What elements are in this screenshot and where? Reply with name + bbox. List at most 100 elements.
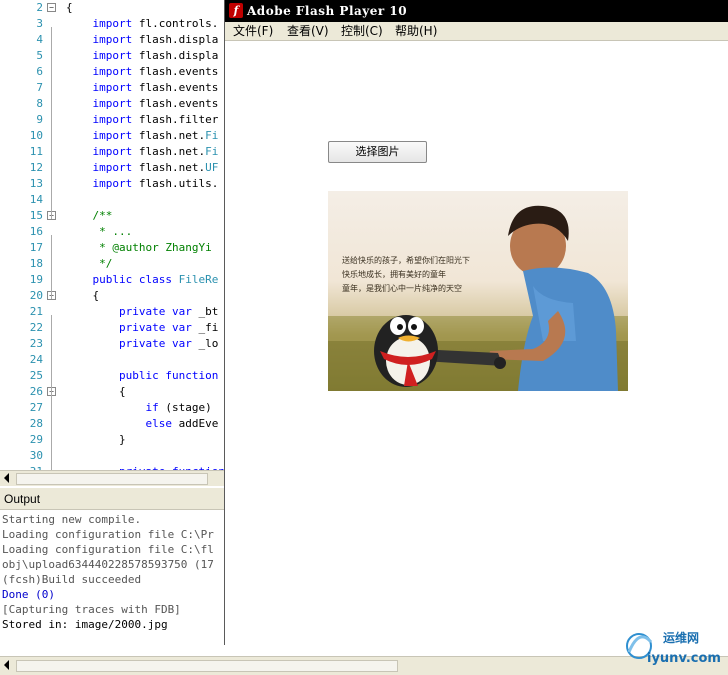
output-line: Starting new compile. bbox=[2, 513, 142, 526]
window-title: Adobe Flash Player 10 bbox=[247, 4, 408, 18]
photo-illustration: 送给快乐的孩子，希望你们在阳光下 快乐地成长，拥有美好的童年 童年，是我们心中一… bbox=[328, 205, 628, 391]
menu-bar: 文件(F) 查看(V) 控制(C) 帮助(H) bbox=[225, 22, 728, 41]
code-text: import flash.net.UF bbox=[66, 160, 218, 176]
code-token: fl.controls. bbox=[138, 17, 219, 30]
code-token: flash.displa bbox=[138, 33, 219, 46]
code-token: private var bbox=[66, 321, 199, 334]
output-line: obj\upload634440228578593750 (17 bbox=[2, 558, 214, 571]
code-token: flash.net. bbox=[138, 129, 206, 142]
line-number: 3 bbox=[36, 17, 43, 30]
code-token: _lo bbox=[198, 337, 219, 350]
line-number: 6 bbox=[36, 65, 43, 78]
code-token: (stage) bbox=[165, 401, 212, 414]
code-editor[interactable]: 2− {3 import fl.controls. 4 import flash.d… bbox=[0, 0, 228, 470]
output-line: [Capturing traces with FDB] bbox=[2, 603, 181, 616]
menu-control[interactable]: 控制(C) bbox=[341, 22, 383, 40]
line-number: 30 bbox=[29, 449, 43, 462]
select-image-button[interactable]: 选择图片 bbox=[328, 141, 427, 163]
photo-caption-3: 童年，是我们心中一片纯净的天空 bbox=[342, 283, 462, 293]
code-text: import flash.displa bbox=[66, 48, 218, 64]
bottom-horizontal-scrollbar[interactable] bbox=[0, 656, 728, 675]
site-watermark: 运维网 iyunv.com bbox=[625, 622, 725, 668]
code-text: import fl.controls. bbox=[66, 16, 218, 32]
code-token: * ... bbox=[66, 225, 133, 238]
code-text: if (stage) bbox=[66, 400, 212, 416]
scroll-thumb[interactable] bbox=[16, 660, 398, 672]
editor-horizontal-scrollbar[interactable] bbox=[0, 470, 224, 486]
line-number: 27 bbox=[29, 401, 43, 414]
code-text: public class FileRe bbox=[66, 272, 218, 288]
code-token: import bbox=[66, 65, 139, 78]
code-text: * @author ZhangYi bbox=[66, 240, 212, 256]
code-token: flash.displa bbox=[138, 49, 219, 62]
code-token: import bbox=[66, 81, 139, 94]
flash-title-bar[interactable]: f Adobe Flash Player 10 bbox=[225, 0, 728, 22]
code-token: Fi bbox=[205, 145, 219, 158]
code-token: private var bbox=[66, 305, 199, 318]
code-text: import flash.utils. bbox=[66, 176, 218, 192]
watermark-brand: 运维网 bbox=[663, 630, 699, 645]
flash-player-window: f Adobe Flash Player 10 文件(F) 查看(V) 控制(C… bbox=[224, 0, 728, 645]
code-token: _bt bbox=[198, 305, 219, 318]
output-line: Stored in: image/2000.jpg bbox=[2, 618, 168, 631]
code-text: private var _fi bbox=[66, 320, 218, 336]
code-text: import flash.events bbox=[66, 80, 218, 96]
code-token: { bbox=[66, 1, 73, 14]
code-token: import bbox=[66, 97, 139, 110]
line-number: 20 bbox=[29, 289, 43, 302]
code-token: import bbox=[66, 17, 139, 30]
watermark-logo-icon: 运维网 iyunv.com bbox=[626, 630, 721, 666]
code-token: import bbox=[66, 161, 139, 174]
code-token: if bbox=[66, 401, 166, 414]
code-token: public class bbox=[66, 273, 179, 286]
photo-caption-2: 快乐地成长，拥有美好的童年 bbox=[342, 269, 446, 279]
code-token: Fi bbox=[205, 129, 219, 142]
code-token: else bbox=[66, 417, 179, 430]
code-text: public function bbox=[66, 368, 218, 384]
code-token: import bbox=[66, 177, 139, 190]
code-token: flash.net. bbox=[138, 161, 206, 174]
scroll-left-arrow-icon[interactable] bbox=[4, 660, 9, 670]
code-text: /** bbox=[66, 208, 112, 224]
code-text: import flash.displa bbox=[66, 32, 218, 48]
output-line: Loading configuration file C:\fl bbox=[2, 543, 214, 556]
menu-file[interactable]: 文件(F) bbox=[233, 22, 273, 40]
line-number: 8 bbox=[36, 97, 43, 110]
code-text: import flash.events bbox=[66, 64, 218, 80]
scroll-left-arrow-icon[interactable] bbox=[4, 473, 9, 483]
fold-guide bbox=[51, 411, 52, 459]
scroll-thumb[interactable] bbox=[16, 473, 208, 485]
line-number: 13 bbox=[29, 177, 43, 190]
fold-guide bbox=[51, 235, 52, 299]
code-token: /** bbox=[66, 209, 113, 222]
code-token: import bbox=[66, 49, 139, 62]
line-number: 10 bbox=[29, 129, 43, 142]
code-token: private var bbox=[66, 337, 199, 350]
code-token: */ bbox=[66, 257, 113, 270]
line-number: 7 bbox=[36, 81, 43, 94]
flash-f-icon: f bbox=[229, 3, 243, 18]
code-text: * ... bbox=[66, 224, 132, 240]
fold-toggle-icon[interactable]: − bbox=[47, 3, 56, 12]
line-number: 21 bbox=[29, 305, 43, 318]
line-number: 22 bbox=[29, 321, 43, 334]
code-token: * @author ZhangYi bbox=[66, 241, 212, 254]
code-text: else addEve bbox=[66, 416, 218, 432]
code-token: import bbox=[66, 113, 139, 126]
photo-caption-1: 送给快乐的孩子，希望你们在阳光下 bbox=[342, 255, 470, 265]
code-token: import bbox=[66, 33, 139, 46]
code-text: { bbox=[66, 288, 99, 304]
line-number: 17 bbox=[29, 241, 43, 254]
menu-view[interactable]: 查看(V) bbox=[287, 22, 329, 40]
menu-help[interactable]: 帮助(H) bbox=[395, 22, 437, 40]
code-token: addEve bbox=[178, 417, 219, 430]
code-token: } bbox=[66, 433, 126, 446]
line-number: 29 bbox=[29, 433, 43, 446]
line-number: 19 bbox=[29, 273, 43, 286]
line-number: 28 bbox=[29, 417, 43, 430]
fold-guide bbox=[51, 27, 52, 219]
code-token: public function bbox=[66, 369, 219, 382]
line-number: 2 bbox=[36, 1, 43, 14]
line-number: 26 bbox=[29, 385, 43, 398]
code-text: private var _lo bbox=[66, 336, 218, 352]
